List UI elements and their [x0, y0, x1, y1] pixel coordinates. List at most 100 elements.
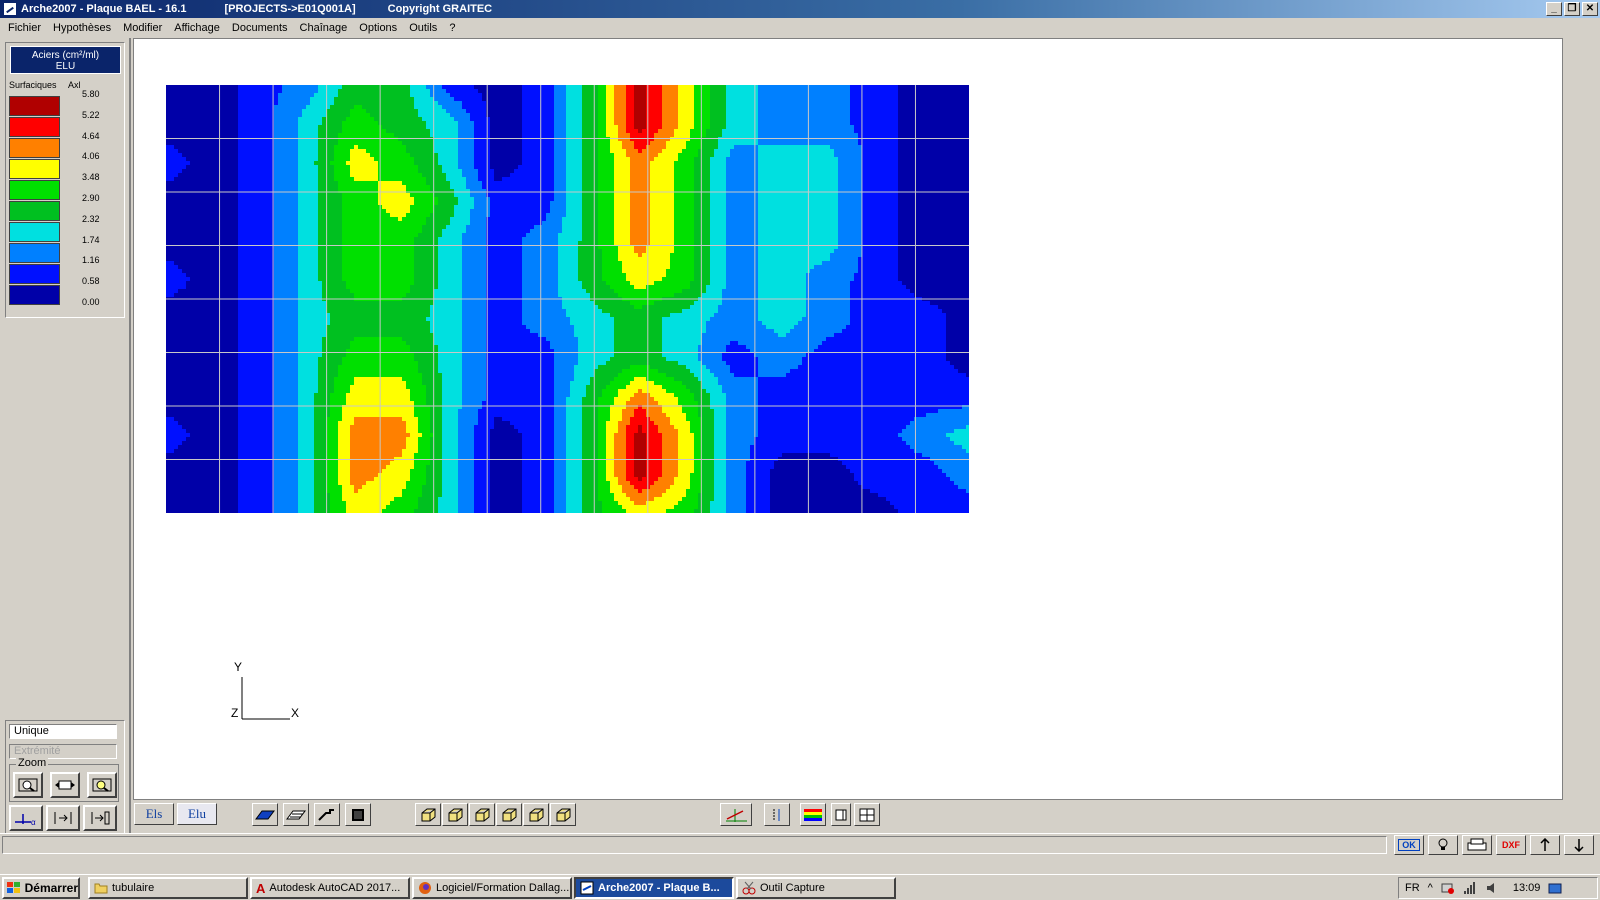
- menu-documents[interactable]: Documents: [226, 22, 294, 34]
- heatmap-cell: [442, 181, 447, 186]
- heatmap-cell: [638, 105, 643, 110]
- heatmap-cell: [478, 129, 483, 134]
- heatmap-cell: [554, 97, 559, 102]
- menu-outils[interactable]: Outils: [403, 22, 443, 34]
- heatmap-cell: [826, 153, 831, 158]
- zoom-window-icon[interactable]: [87, 772, 117, 798]
- heatmap-cell: [950, 153, 955, 158]
- heatmap-cell: [642, 145, 647, 150]
- heatmap-cell: [366, 169, 371, 174]
- menu-fichier[interactable]: Fichier: [2, 22, 47, 34]
- heatmap-cell: [386, 129, 391, 134]
- heatmap-cell: [902, 105, 907, 110]
- axis-rotate-icon[interactable]: α: [9, 805, 43, 831]
- heatmap-cell: [638, 153, 643, 158]
- heatmap-cell: [558, 105, 563, 110]
- heatmap-cell: [494, 113, 499, 118]
- heatmap-cell: [730, 141, 735, 146]
- heatmap-cell: [462, 93, 467, 98]
- zoom-in-icon[interactable]: [13, 772, 43, 798]
- heatmap-cell: [494, 149, 499, 154]
- heatmap-cell: [442, 117, 447, 122]
- heatmap-cell: [322, 177, 327, 182]
- heatmap-cell: [554, 93, 559, 98]
- heatmap-cell: [270, 97, 275, 102]
- menu-affichage[interactable]: Affichage: [168, 22, 226, 34]
- drawing-canvas[interactable]: Y Z X: [133, 38, 1563, 800]
- heatmap-cell: [814, 133, 819, 138]
- left-panel: Aciers (cm²/ml) ELU Surfaciques Axl 5.80…: [0, 38, 131, 848]
- heatmap-cell: [722, 113, 727, 118]
- heatmap-cell: [342, 157, 347, 162]
- menu-modifier[interactable]: Modifier: [117, 22, 168, 34]
- heatmap-cell: [226, 101, 231, 106]
- heatmap-cell: [906, 161, 911, 166]
- restore-button[interactable]: ❐: [1564, 2, 1580, 16]
- heatmap-cell: [846, 153, 851, 158]
- close-button[interactable]: ✕: [1582, 2, 1598, 16]
- heatmap-cell: [502, 89, 507, 94]
- heatmap-cell: [766, 137, 771, 142]
- menu-options[interactable]: Options: [353, 22, 403, 34]
- heatmap-cell: [574, 113, 579, 118]
- heatmap-cell: [434, 105, 439, 110]
- heatmap-cell: [434, 89, 439, 94]
- heatmap-cell: [702, 173, 707, 178]
- minimize-button[interactable]: _: [1546, 2, 1562, 16]
- heatmap-cell: [758, 177, 763, 182]
- heatmap-cell: [934, 153, 939, 158]
- menu-chainage[interactable]: Chaînage: [294, 22, 354, 34]
- heatmap-cell: [690, 133, 695, 138]
- heatmap-cell: [950, 133, 955, 138]
- heatmap-cell: [610, 113, 615, 118]
- zoom-extents-icon[interactable]: [50, 772, 80, 798]
- heatmap-cell: [418, 181, 423, 186]
- menu-help[interactable]: ?: [443, 22, 461, 34]
- heatmap-cell: [334, 153, 339, 158]
- heatmap-cell: [674, 169, 679, 174]
- heatmap-cell: [834, 113, 839, 118]
- menu-hypotheses[interactable]: Hypothèses: [47, 22, 117, 34]
- heatmap-cell: [750, 93, 755, 98]
- heatmap-cell: [718, 117, 723, 122]
- heatmap-cell: [710, 113, 715, 118]
- heatmap-cell: [454, 101, 459, 106]
- move-up-icon[interactable]: [46, 805, 80, 831]
- heatmap-cell: [926, 157, 931, 162]
- heatmap-cell: [658, 129, 663, 134]
- heatmap-cell: [546, 141, 551, 146]
- heatmap-cell: [202, 149, 207, 154]
- heatmap-cell: [814, 129, 819, 134]
- heatmap-cell: [742, 165, 747, 170]
- heatmap-cell: [686, 109, 691, 114]
- heatmap-cell: [670, 157, 675, 162]
- heatmap-cell: [550, 121, 555, 126]
- heatmap-cell: [618, 93, 623, 98]
- heatmap-cell: [898, 121, 903, 126]
- heatmap-cell: [778, 149, 783, 154]
- heatmap-cell: [202, 97, 207, 102]
- heatmap-cell: [550, 169, 555, 174]
- legend-title[interactable]: Aciers (cm²/ml) ELU: [10, 46, 121, 74]
- heatmap-cell: [426, 173, 431, 178]
- heatmap-cell: [214, 117, 219, 122]
- heatmap-cell: [398, 125, 403, 130]
- move-end-icon[interactable]: [83, 805, 117, 831]
- heatmap-cell: [314, 85, 319, 90]
- selection-mode-field[interactable]: Unique: [9, 724, 117, 739]
- heatmap-cell: [810, 165, 815, 170]
- steel-area-heatmap[interactable]: [166, 85, 969, 513]
- heatmap-cell: [870, 101, 875, 106]
- heatmap-cell: [238, 97, 243, 102]
- heatmap-cell: [958, 101, 963, 106]
- heatmap-cell: [462, 149, 467, 154]
- heatmap-cell: [566, 85, 571, 90]
- heatmap-cell: [194, 173, 199, 178]
- heatmap-cell: [850, 169, 855, 174]
- heatmap-cell: [674, 173, 679, 178]
- heatmap-cell: [750, 173, 755, 178]
- heatmap-cell: [466, 177, 471, 182]
- heatmap-cell: [906, 129, 911, 134]
- heatmap-cell: [854, 173, 859, 178]
- heatmap-cell: [630, 105, 635, 110]
